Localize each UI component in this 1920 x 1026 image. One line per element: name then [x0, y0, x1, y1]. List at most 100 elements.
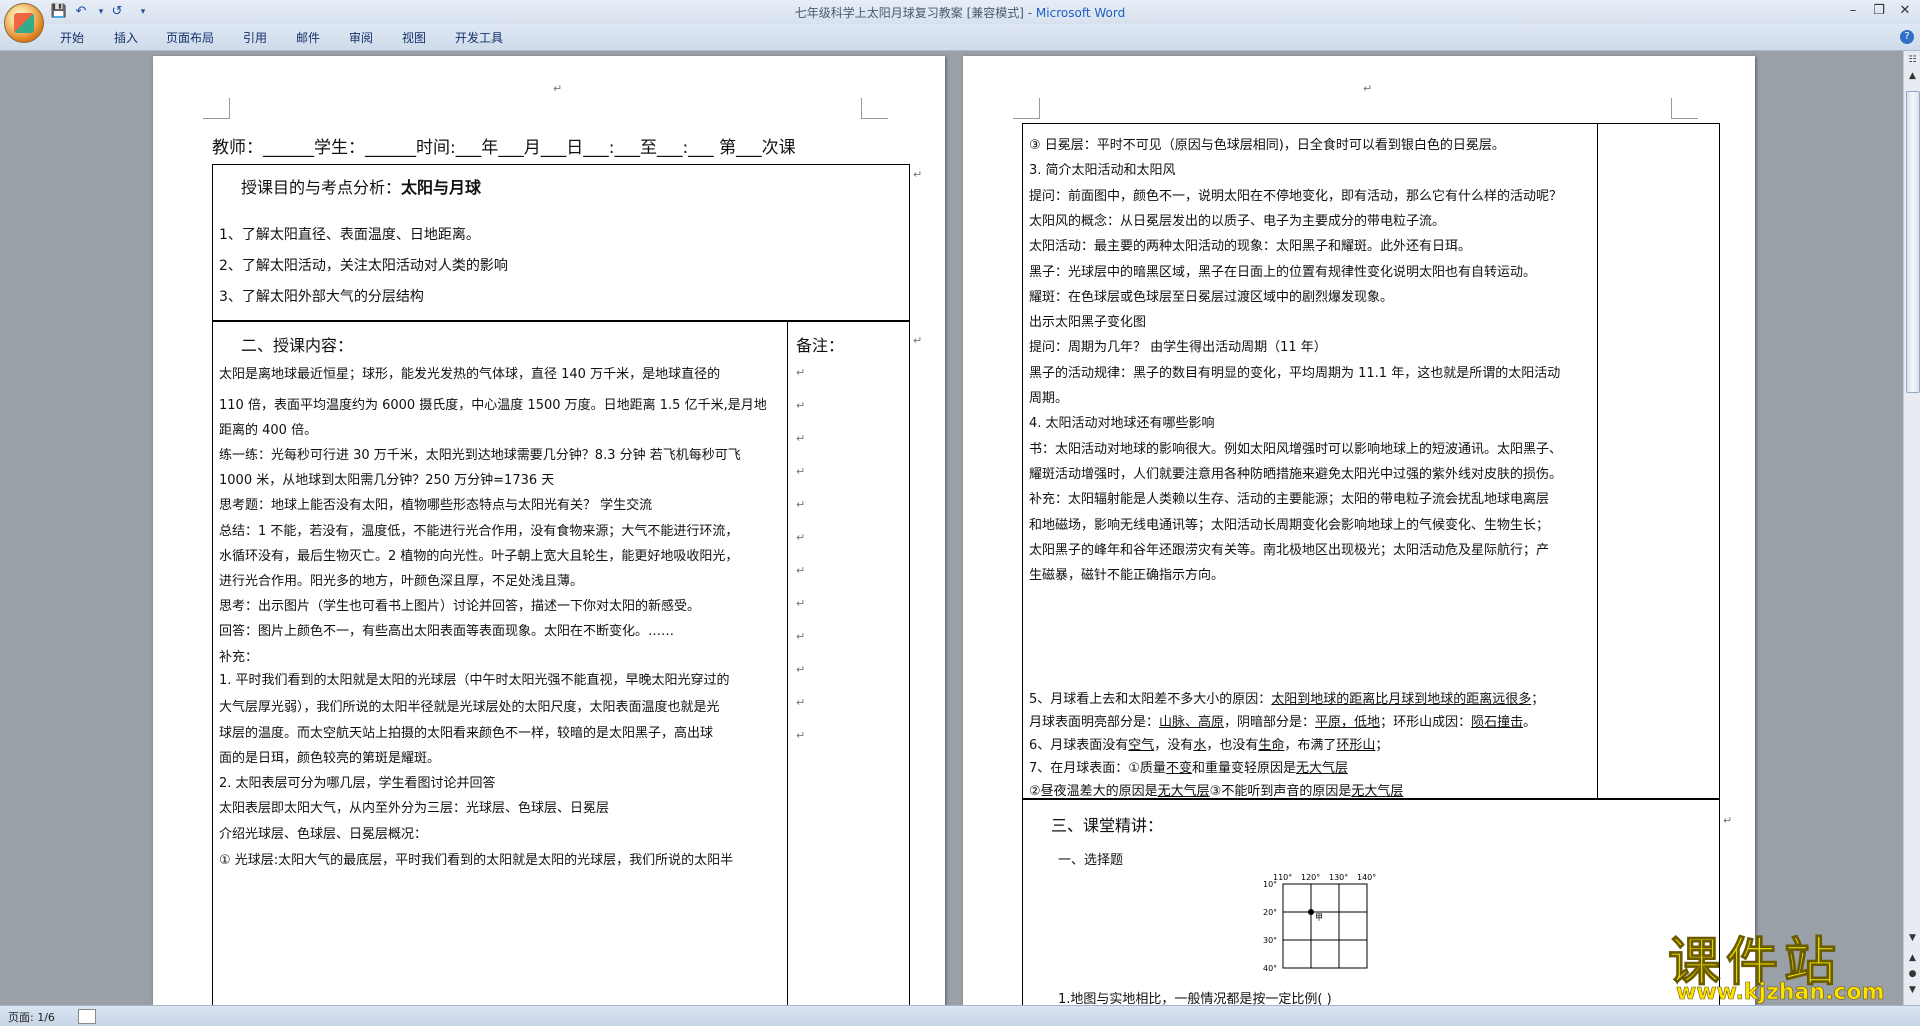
content-line: 太阳表层即太阳大气，从内至外分为三层：光球层、色球层、日冕层: [219, 801, 610, 816]
title-bar: 💾 ↶ ▾ ↺ ▾ 七年级科学上太阳月球复习教案 [兼容模式] - Micros…: [0, 0, 1920, 25]
notes-divider: [1597, 123, 1598, 798]
cell-mark: ↵: [913, 168, 923, 181]
close-icon[interactable]: ✕: [1892, 2, 1918, 20]
content-line: 球层的温度。而太空航天站上拍摄的太阳看来颜色不一样，较暗的是太阳黑子，高出球: [219, 726, 714, 741]
lat-label: 40°: [1263, 964, 1277, 973]
notes-paragraph-mark: ↵: [796, 597, 806, 610]
page-indicator[interactable]: 页面: 1/6: [8, 1009, 55, 1025]
paragraph-mark: ↵: [1363, 82, 1373, 95]
page-1[interactable]: ↵ 教师：______学生：______时间:___年___月___日___:_…: [153, 56, 945, 1005]
content-line: 补充：太阳辐射能是人类赖以生存、活动的主要能源；太阳的带电粒子流会扰乱地球电离层: [1029, 492, 1550, 508]
lat-label: 30°: [1263, 936, 1277, 945]
tab-review[interactable]: 审阅: [349, 29, 373, 46]
content-line: ③ 日冕层：平时不可见（原因与色球层相同)，日全食时可以看到银白色的日冕层。: [1029, 138, 1505, 153]
crop-mark: [203, 98, 230, 119]
office-logo-icon: [14, 13, 34, 33]
notes-paragraph-mark: ↵: [796, 630, 806, 643]
office-button[interactable]: [4, 3, 44, 43]
content-line: 黑子：光球层中的暗黑区域，黑子在日面上的位置有规律性变化说明太阳也有自转运动。: [1029, 264, 1537, 280]
notes-label: 备注：: [796, 336, 845, 355]
content-line: 总结：1 不能，若没有，温度低，不能进行光合作用，没有食物来源；大气不能进行环流…: [219, 524, 739, 539]
content-line: 和地磁场，影响无线电通讯等；太阳活动长周期变化会影响地球上的气候变化、生物生长；: [1029, 517, 1550, 533]
map-grid: [1282, 883, 1368, 969]
tab-insert[interactable]: 插入: [114, 29, 138, 46]
content-line: 周期。: [1029, 391, 1069, 406]
map-grid-figure: 110° 120° 130° 140° 10° 20° 30° 40° 甲: [1263, 872, 1383, 982]
document-area[interactable]: ↵ 教师：______学生：______时间:___年___月___日___:_…: [0, 51, 1903, 1005]
window-title: 七年级科学上太阳月球复习教案 [兼容模式] - Microsoft Word: [794, 6, 1126, 20]
page-2[interactable]: ↵ ③ 日冕层：平时不可见（原因与色球层相同)，日全食时可以看到银白色的日冕层。…: [963, 56, 1755, 1005]
content-line: 距离的 400 倍。: [219, 423, 318, 438]
section3-title: 三、课堂精讲：: [1051, 816, 1164, 835]
tab-page-layout[interactable]: 页面布局: [166, 29, 214, 46]
notes-paragraph-mark: ↵: [796, 366, 806, 379]
lon-label: 140°: [1357, 873, 1376, 882]
lon-label: 130°: [1329, 873, 1348, 882]
content-line: 介绍光球层、色球层、日冕层概况：: [219, 827, 428, 842]
notes-paragraph-mark: ↵: [796, 432, 806, 445]
tab-mailings[interactable]: 邮件: [296, 29, 320, 46]
ruler-toggle-icon[interactable]: ☷: [1905, 53, 1920, 67]
content-line: 提问：前面图中，颜色不一，说明太阳在不停地变化，即有活动，那么它有什么样的活动呢…: [1029, 188, 1563, 204]
question-1: 1.地图与实地相比，一般情况都是按一定比例( ): [1058, 992, 1332, 1005]
question-5: 5、月球看上去和太阳差不多大小的原因：太阳到地球的距离比月球到地球的距离远很多；: [1029, 692, 1545, 707]
question-6: 6、月球表面没有空气，没有水，也没有生命，布满了环形山；: [1029, 738, 1389, 753]
question-7-cont: ②昼夜温差大的原因是无大气层③不能听到声音的原因是无大气层: [1029, 784, 1404, 799]
content-line: 3. 简介太阳活动和太阳风: [1029, 163, 1176, 179]
scroll-thumb[interactable]: [1906, 91, 1920, 393]
tab-home[interactable]: 开始: [60, 29, 84, 46]
section2-title: 二、授课内容：: [241, 336, 354, 355]
cell-mark: ↵: [913, 334, 923, 347]
content-line: 书：太阳活动对地球的影响很大。例如太阳风增强时可以影响地球上的短波通讯。太阳黑子…: [1029, 441, 1563, 457]
mc-title: 一、选择题: [1058, 853, 1124, 868]
content-line: 补充：: [219, 650, 259, 665]
minimize-icon[interactable]: –: [1840, 2, 1866, 20]
content-line: 太阳活动：最主要的两种太阳活动的现象：太阳黑子和耀斑。此外还有日珥。: [1029, 239, 1472, 255]
content-line: 110 倍，表面平均温度约为 6000 摄氏度，中心温度 1500 万度。日地距…: [219, 398, 767, 413]
content-line: 耀斑活动增强时，人们就要注意用各种防晒措施来避免太阳光中过强的紫外线对皮肤的损伤…: [1029, 466, 1563, 482]
notes-paragraph-mark: ↵: [796, 531, 806, 544]
content-line: 太阳黑子的峰年和谷年还跟涝灾有关等。南北极地区出现极光；太阳活动危及星际航行；产: [1029, 542, 1550, 558]
notes-paragraph-mark: ↵: [796, 564, 806, 577]
goal-item: 1、了解太阳直径、表面温度、日地距离。: [219, 227, 480, 243]
content-line: 思考：出示图片（学生也可看书上图片）讨论并回答，描述一下你对太阳的新感受。: [219, 599, 701, 614]
content-line: 1000 米，从地球到太阳需几分钟？250 万分钟=1736 天: [219, 473, 555, 488]
notes-paragraph-mark: ↵: [796, 663, 806, 676]
content-line: 思考题：地球上能否没有太阳，植物哪些形态特点与太阳光有关？ 学生交流: [219, 498, 653, 513]
section1-title: 授课目的与考点分析：太阳与月球: [241, 178, 482, 197]
lon-label: 120°: [1301, 873, 1320, 882]
proofing-icon[interactable]: [78, 1009, 96, 1024]
tab-developer[interactable]: 开发工具: [455, 29, 503, 46]
header-line: 教师：______学生：______时间:___年___月___日___:___…: [212, 138, 796, 158]
map-point-label: 甲: [1315, 913, 1323, 922]
content-line: 水循环没有，最后生物灭亡。2 植物的向光性。叶子朝上宽大且轮生，能更好地吸收阳光…: [219, 549, 739, 564]
restore-icon[interactable]: ❐: [1866, 2, 1892, 20]
cell-mark: ↵: [1723, 814, 1733, 827]
tab-references[interactable]: 引用: [243, 29, 267, 46]
content-line: 面的是日珥，颜色较亮的第斑是耀斑。: [219, 751, 441, 766]
content-line: ① 光球层:太阳大气的最底层，平时我们看到的太阳就是太阳的光球层，我们所说的太阳…: [219, 853, 734, 868]
content-line: 耀斑：在色球层或色球层至日冕层过渡区域中的剧烈爆发现象。: [1029, 289, 1394, 305]
notes-divider: [787, 320, 788, 1005]
content-line: 黑子的活动规律：黑子的数目有明显的变化，平均周期为 11.1 年，这也就是所谓的…: [1029, 365, 1561, 381]
help-icon[interactable]: ?: [1900, 30, 1914, 44]
scroll-up-icon[interactable]: ▲: [1905, 69, 1920, 83]
watermark: 课件站 www.kjzhan.com: [1667, 920, 1918, 1006]
ribbon-tabs: 开始 插入 页面布局 引用 邮件 审阅 视图 开发工具 ?: [0, 24, 1920, 51]
tab-view[interactable]: 视图: [402, 29, 426, 46]
vertical-scrollbar[interactable]: ☷ ▲ ▼ ▲ ● ▼: [1903, 51, 1920, 1005]
goal-item: 2、了解太阳活动，关注太阳活动对人类的影响: [219, 258, 508, 274]
content-line: 回答：图片上颜色不一，有些高出太阳表面等表面现象。太阳在不断变化。……: [219, 624, 675, 639]
notes-paragraph-mark: ↵: [796, 696, 806, 709]
question-5-cont: 月球表面明亮部分是：山脉、高原，阴暗部分是：平原，低地；环形山成因：陨石撞击。: [1029, 715, 1537, 730]
content-line: 出示太阳黑子变化图: [1029, 315, 1147, 331]
paragraph-mark: ↵: [553, 82, 563, 95]
watermark-url: www.kjzhan.com: [1676, 980, 1885, 1006]
notes-paragraph-mark: ↵: [796, 498, 806, 511]
notes-paragraph-mark: ↵: [796, 729, 806, 742]
notes-paragraph-mark: ↵: [796, 399, 806, 412]
crop-mark: [1671, 98, 1698, 119]
content-line: 4. 太阳活动对地球还有哪些影响: [1029, 416, 1215, 432]
lat-label: 10°: [1263, 880, 1277, 889]
notes-paragraph-mark: ↵: [796, 465, 806, 478]
